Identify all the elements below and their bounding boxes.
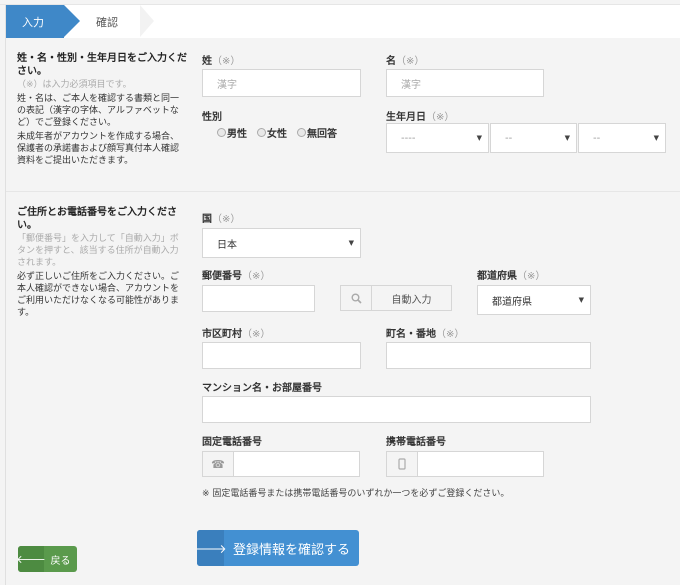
caret-down-icon: ▼ <box>348 239 354 247</box>
birth-year-select[interactable]: ---- ▼ <box>386 123 489 153</box>
arrow-right-icon: 🡒 <box>197 530 227 566</box>
section1-paragraph1: 姓・名は、ご本人を確認する書類と同一の表記（漢字の字体、アルファベットなど）でご… <box>17 94 180 128</box>
mobile-icon <box>387 452 418 476</box>
last-name-placeholder: 漢字 <box>217 79 237 91</box>
building-label: マンション名・お部屋番号 <box>202 383 322 394</box>
left-border <box>5 38 6 585</box>
last-name-input[interactable]: 漢字 <box>202 69 361 97</box>
section1-title: 姓・名・性別・生年月日をご入力ください。 <box>17 53 187 77</box>
section-divider <box>6 191 680 192</box>
section1-paragraph2: 未成年者がアカウントを作成する場合、保護者の承諾書および顔写真付本人確認資料をご… <box>17 132 180 166</box>
street-input[interactable] <box>386 342 591 369</box>
phone-icon: ☎ <box>203 452 234 476</box>
section2-paragraph: 必ず正しいご住所をご入力ください。ご本人確認ができない場合、アカウントをご利用い… <box>17 272 180 318</box>
first-name-input[interactable]: 漢字 <box>386 69 544 97</box>
postal-label: 郵便番号（※） <box>202 271 271 282</box>
country-label: 国（※） <box>202 214 241 225</box>
gender-radio-none[interactable]: 無回答 <box>297 125 337 140</box>
landline-field[interactable] <box>234 452 359 476</box>
street-label: 町名・番地（※） <box>386 329 465 340</box>
back-button[interactable]: 🡐 戻る <box>18 546 77 572</box>
building-input[interactable] <box>202 396 591 423</box>
mobile-field[interactable] <box>418 452 543 476</box>
birth-month-select[interactable]: -- ▼ <box>490 123 577 153</box>
first-name-placeholder: 漢字 <box>401 79 421 91</box>
prefecture-label: 都道府県（※） <box>477 271 546 282</box>
gender-label: 性別 <box>202 112 222 123</box>
landline-label: 固定電話番号 <box>202 437 262 448</box>
city-label: 市区町村（※） <box>202 329 271 340</box>
confirm-button[interactable]: 🡒 登録情報を確認する <box>197 530 359 566</box>
step-confirm-label: 確認 <box>96 15 118 29</box>
phone-footnote: ※ 固定電話番号または携帯電話番号のいずれか一つを必ずご登録ください。 <box>202 489 510 499</box>
mobile-input[interactable] <box>386 451 544 477</box>
section2-note: 「郵便番号」を入力して「自動入力」ボタンを押すと、該当する住所が自動入力されます… <box>17 234 179 268</box>
gender-radio-group: 男性 女性 無回答 <box>217 125 337 140</box>
radio-circle-icon[interactable] <box>297 128 306 137</box>
prefecture-select[interactable]: 都道府県 ▼ <box>477 285 591 315</box>
mobile-label: 携帯電話番号 <box>386 437 446 448</box>
section2-title: ご住所とお電話番号をご入力ください。 <box>17 207 177 231</box>
gender-radio-male[interactable]: 男性 <box>217 125 247 140</box>
gender-radio-female[interactable]: 女性 <box>257 125 287 140</box>
last-name-label: 姓（※） <box>202 56 241 67</box>
search-icon <box>341 286 372 310</box>
caret-down-icon: ▼ <box>653 134 659 142</box>
radio-circle-icon[interactable] <box>217 128 226 137</box>
section2-description: ご住所とお電話番号をご入力ください。 「郵便番号」を入力して「自動入力」ボタンを… <box>17 206 187 321</box>
step-input-label: 入力 <box>22 15 44 29</box>
first-name-label: 名（※） <box>386 56 425 67</box>
radio-circle-icon[interactable] <box>257 128 266 137</box>
confirm-button-label: 登録情報を確認する <box>232 542 350 558</box>
landline-input[interactable]: ☎ <box>202 451 360 477</box>
caret-down-icon: ▼ <box>564 134 570 142</box>
caret-down-icon: ▼ <box>476 134 482 142</box>
step-confirm: 確認 <box>80 5 154 38</box>
arrow-left-icon: 🡐 <box>18 546 46 572</box>
birth-day-select[interactable]: -- ▼ <box>578 123 666 153</box>
auto-fill-button[interactable]: 自動入力 <box>340 285 452 311</box>
caret-down-icon: ▼ <box>578 296 584 304</box>
postal-input[interactable] <box>202 285 315 312</box>
city-input[interactable] <box>202 342 361 369</box>
step-input: 入力 <box>6 5 80 38</box>
country-select[interactable]: 日本 ▼ <box>202 228 361 258</box>
step-indicator: 入力 確認 <box>5 5 680 38</box>
required-note: （※）は入力必須項目です。 <box>17 80 132 90</box>
section1-description: 姓・名・性別・生年月日をご入力ください。 （※）は入力必須項目です。 姓・名は、… <box>17 52 187 169</box>
auto-fill-label[interactable]: 自動入力 <box>372 286 451 310</box>
back-button-label: 戻る <box>50 555 71 567</box>
birthdate-label: 生年月日（※） <box>386 112 455 123</box>
